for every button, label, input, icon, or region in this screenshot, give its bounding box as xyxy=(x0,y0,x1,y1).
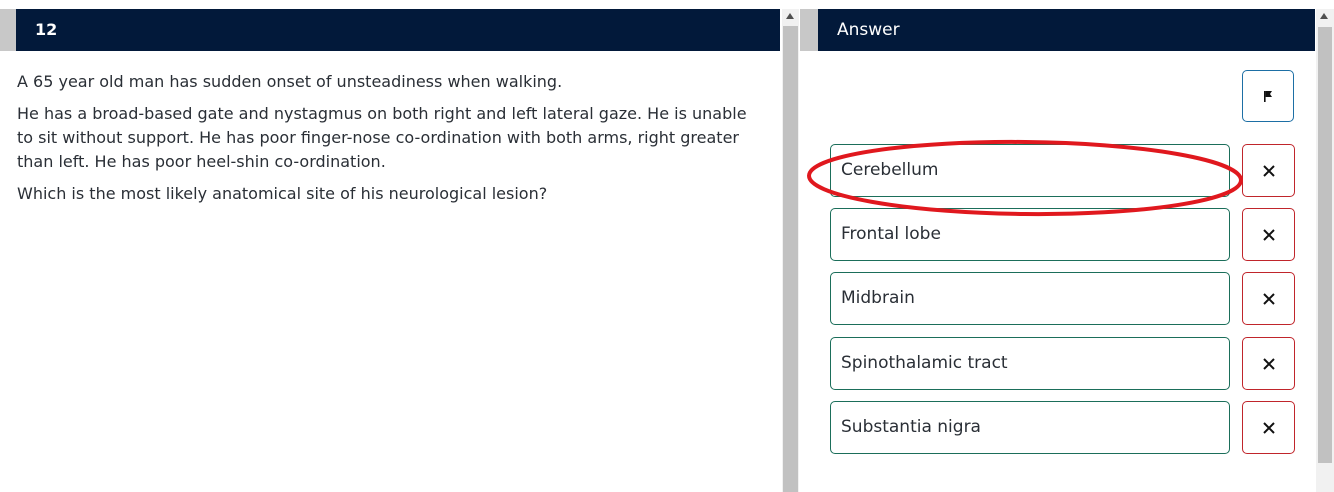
flag-button[interactable] xyxy=(1242,70,1294,122)
question-paragraph-1: A 65 year old man has sudden onset of un… xyxy=(17,72,563,91)
answer-title: Answer xyxy=(837,20,900,40)
close-icon xyxy=(1262,228,1275,241)
option-spinothalamic-tract[interactable]: Spinothalamic tract xyxy=(830,337,1230,390)
scroll-up-icon[interactable] xyxy=(786,13,794,19)
option-substantia-nigra[interactable]: Substantia nigra xyxy=(830,401,1230,454)
option-cerebellum[interactable]: Cerebellum xyxy=(830,144,1230,197)
question-header: 12 xyxy=(16,9,780,51)
question-number: 12 xyxy=(35,20,58,39)
close-icon xyxy=(1262,421,1275,434)
flag-icon xyxy=(1264,91,1272,102)
scrollbar-thumb[interactable] xyxy=(1318,27,1332,463)
remove-option-midbrain-button[interactable] xyxy=(1242,272,1295,325)
remove-option-frontal-lobe-button[interactable] xyxy=(1242,208,1295,261)
remove-option-spinothalamic-tract-button[interactable] xyxy=(1242,337,1295,390)
question-paragraph-3: Which is the most likely anatomical site… xyxy=(17,184,548,203)
answer-header: Answer xyxy=(818,9,1315,51)
scroll-up-icon[interactable] xyxy=(1320,13,1328,19)
question-paragraph-2: He has a broad-based gate and nystagmus … xyxy=(17,104,747,171)
question-text: A 65 year old man has sudden onset of un… xyxy=(17,70,767,214)
question-scrollbar[interactable] xyxy=(782,9,799,492)
close-icon xyxy=(1262,164,1275,177)
remove-option-cerebellum-button[interactable] xyxy=(1242,144,1295,197)
answer-header-strip xyxy=(800,9,818,51)
close-icon xyxy=(1262,292,1275,305)
answer-scrollbar[interactable] xyxy=(1316,9,1334,492)
close-icon xyxy=(1262,357,1275,370)
option-midbrain[interactable]: Midbrain xyxy=(830,272,1230,325)
option-frontal-lobe[interactable]: Frontal lobe xyxy=(830,208,1230,261)
question-header-strip xyxy=(0,9,16,51)
remove-option-substantia-nigra-button[interactable] xyxy=(1242,401,1295,454)
scrollbar-thumb[interactable] xyxy=(783,26,798,492)
